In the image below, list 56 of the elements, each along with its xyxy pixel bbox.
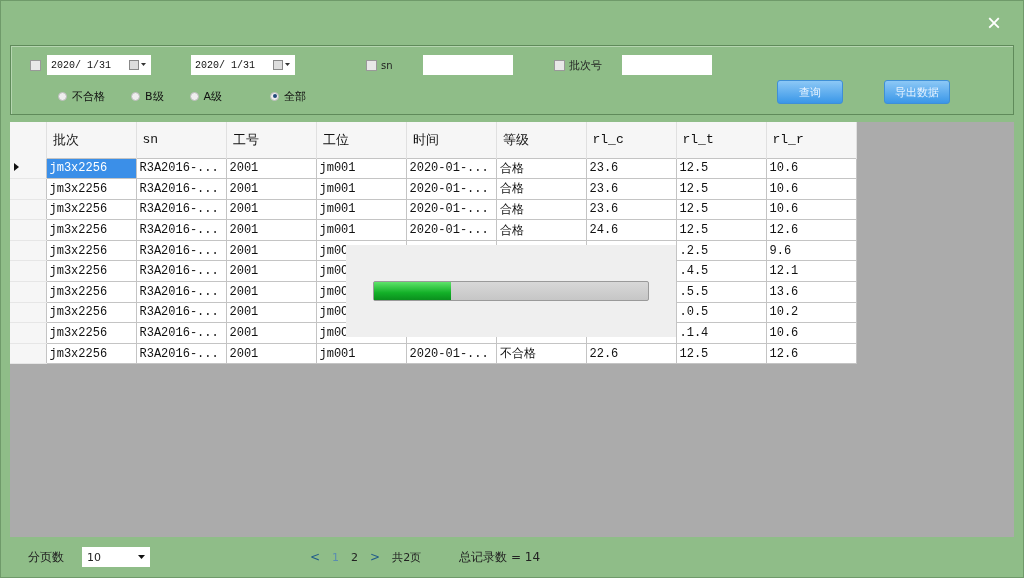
- radio-icon[interactable]: [189, 91, 199, 101]
- table-cell: jm3x2256: [46, 178, 136, 200]
- calendar-dropdown-icon[interactable]: [129, 60, 147, 70]
- previous-page-link[interactable]: <: [310, 550, 321, 564]
- sn-input-field[interactable]: [422, 55, 513, 75]
- current-row-icon: [14, 163, 19, 172]
- date-checkbox[interactable]: [30, 59, 41, 71]
- table-cell: jm3x2256: [46, 260, 136, 282]
- grade-radio[interactable]: B级: [131, 88, 164, 104]
- table-cell: 12.5: [676, 158, 766, 179]
- column-header[interactable]: rl_r: [766, 122, 856, 158]
- table-cell: jm3x2256: [46, 240, 136, 261]
- radio-icon[interactable]: [270, 91, 280, 101]
- table-cell: jm3x2256: [46, 322, 136, 344]
- sn-label: sn: [381, 59, 393, 71]
- total-records-label: 总记录数 = 14: [459, 548, 541, 566]
- date-to-picker[interactable]: 2020/ 1/31: [191, 55, 295, 75]
- column-header[interactable]: rl_c: [586, 122, 676, 158]
- date-from-picker[interactable]: 2020/ 1/31: [47, 55, 151, 75]
- table-cell: jm3x2256: [46, 219, 136, 241]
- calendar-dropdown-icon[interactable]: [273, 60, 291, 70]
- column-header[interactable]: 时间: [406, 122, 496, 158]
- column-header[interactable]: rl_t: [676, 122, 766, 158]
- radio-icon[interactable]: [131, 91, 140, 101]
- column-header[interactable]: 工位: [316, 122, 406, 158]
- table-cell: 23.6: [586, 158, 676, 179]
- column-header[interactable]: 等级: [496, 122, 586, 158]
- page-size-select[interactable]: 10: [82, 547, 150, 567]
- selected-table-cell: jm3x2256: [46, 158, 136, 179]
- total-pages-label: 共2页: [392, 549, 422, 565]
- table-cell: R3A2016-...: [136, 158, 226, 179]
- column-header[interactable]: sn: [136, 122, 226, 158]
- next-page-link[interactable]: >: [370, 550, 381, 564]
- table-cell: 2020-01-...: [406, 158, 496, 179]
- table-cell: jm3x2256: [46, 281, 136, 303]
- table-cell: jm3x2256: [46, 199, 136, 220]
- batch-input-field[interactable]: [621, 55, 712, 75]
- batch-label: 批次号: [568, 57, 602, 73]
- page-size-label: 分页数: [28, 548, 64, 566]
- grade-radio[interactable]: A级: [189, 88, 223, 104]
- sn-checkbox[interactable]: [366, 59, 377, 71]
- row-header[interactable]: [10, 158, 46, 179]
- radio-icon[interactable]: [58, 91, 67, 101]
- grade-radio[interactable]: 全部: [270, 88, 307, 104]
- grade-radio[interactable]: 不合格: [58, 88, 105, 104]
- dropdown-caret-icon: [138, 555, 145, 559]
- column-header[interactable]: 批次: [46, 122, 136, 158]
- column-header[interactable]: 工号: [226, 122, 316, 158]
- table-cell: jm001: [316, 158, 406, 179]
- table-cell: 10.6: [766, 158, 856, 179]
- table-cell: 2001: [226, 158, 316, 179]
- page-link[interactable]: 2: [351, 550, 359, 564]
- table-cell: jm3x2256: [46, 343, 136, 364]
- table-cell: jm3x2256: [46, 302, 136, 323]
- batch-checkbox[interactable]: [553, 59, 565, 71]
- table-cell: 合格: [496, 158, 586, 179]
